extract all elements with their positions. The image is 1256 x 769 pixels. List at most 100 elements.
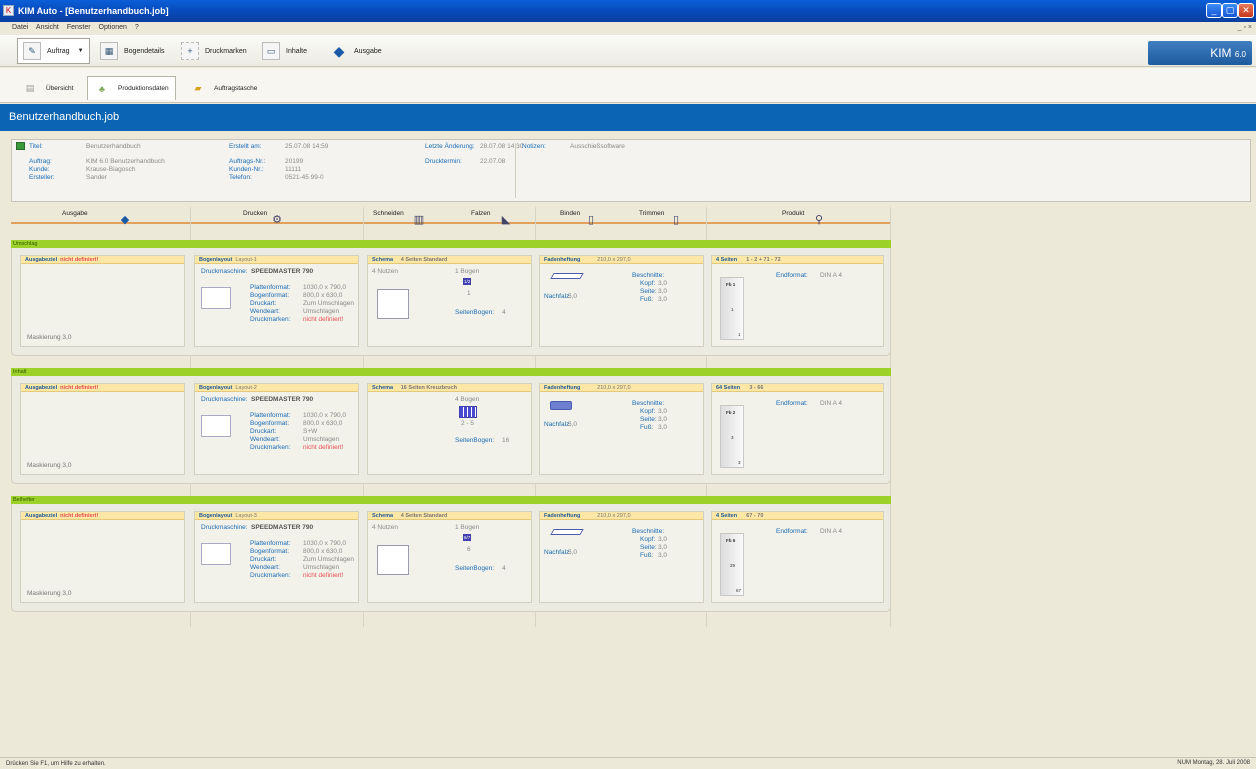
seitenbogen-value: 4 xyxy=(502,309,506,316)
bogenformat-value: 800,0 x 630,0 xyxy=(303,420,343,427)
kopf-value: 3,0 xyxy=(658,536,668,543)
druckmaschine-value: SPEEDMASTER 790 xyxy=(251,268,314,275)
tab-uebersicht[interactable]: ▤ Übersicht xyxy=(22,76,74,100)
menu-datei[interactable]: Datei xyxy=(12,24,28,31)
bogen-badge: 6/7 xyxy=(463,534,472,541)
auftragsnr-value: 20199 xyxy=(285,158,304,165)
mdi-controls[interactable]: _ ▫ × xyxy=(1238,22,1252,34)
auftragsnr-label: Auftrags-Nr.: xyxy=(229,158,266,165)
produkt-card[interactable]: 4 Seiten 67 - 70 Endformat: DIN A 4 Fb 6… xyxy=(711,511,884,603)
binden-card-header: Fadenheftung 210,0 x 297,0 xyxy=(540,512,703,520)
layout-name: Layout-2 xyxy=(235,385,257,391)
bogenformat-value: 800,0 x 630,0 xyxy=(303,292,343,299)
inhalte-button[interactable]: ▭ Inhalte xyxy=(262,38,307,64)
step-trimmen: Trimmen xyxy=(639,210,665,217)
minimize-button[interactable]: _ xyxy=(1206,3,1222,18)
aenderung-value: 28.07.08 14:30 xyxy=(480,143,524,150)
page-number: 67 xyxy=(736,588,742,593)
tab-produktionsdaten[interactable]: ♣ Produktionsdaten xyxy=(87,76,176,100)
tab-bar xyxy=(0,68,1256,103)
binden-card[interactable]: Fadenheftung 210,0 x 297,0 Nachfalz: 5,0… xyxy=(539,255,704,347)
dropdown-arrow-icon[interactable]: ▼ xyxy=(78,48,84,54)
bogenlayout-card[interactable]: Bogenlayout Layout-2 Druckmaschine: SPEE… xyxy=(194,383,359,475)
menu-fenster[interactable]: Fenster xyxy=(67,24,91,31)
section-umschlag-bar[interactable]: Umschlag xyxy=(11,240,891,248)
produkt-card[interactable]: 64 Seiten 3 - 66 Endformat: DIN A 4 Fb 2… xyxy=(711,383,884,475)
schema-card[interactable]: Schema 4 Seiten Standard 4 Nutzen 1 Boge… xyxy=(367,511,532,603)
produkt-seiten: 64 Seiten xyxy=(716,385,741,391)
output-icon: ◆ xyxy=(120,214,130,226)
job-info-panel xyxy=(11,139,1251,202)
menu-optionen[interactable]: Optionen xyxy=(99,24,127,31)
product-thumbnail[interactable]: Fb 2 3 3 xyxy=(720,405,744,468)
product-thumbnail[interactable]: Fb 1 1 1 xyxy=(720,277,744,340)
section-inhalt-bar[interactable]: Inhalt xyxy=(11,368,891,376)
maximize-button[interactable]: ▢ xyxy=(1222,3,1238,18)
bogen-grid-icon xyxy=(459,406,477,418)
seitenbogen-label: SeitenBogen: xyxy=(455,565,495,572)
bogenlayout-card-header: Bogenlayout Layout-2 xyxy=(195,384,358,392)
bogendetails-button[interactable]: ▦ Bogendetails xyxy=(100,38,164,64)
close-button[interactable]: ✕ xyxy=(1238,3,1254,18)
endformat-label: Endformat: xyxy=(776,272,808,279)
auftrag-button[interactable]: ✎ Auftrag ▼ xyxy=(17,38,90,64)
menu-ansicht[interactable]: Ansicht xyxy=(36,24,59,31)
binden-card[interactable]: Fadenheftung 210,0 x 297,0 Nachfalz: 5,0… xyxy=(539,511,704,603)
drucktermin-label: Drucktermin: xyxy=(425,158,462,165)
produkt-seiten: 4 Seiten xyxy=(716,513,738,519)
page-number: 3 xyxy=(738,460,741,465)
druckmarken-value: nicht definiert! xyxy=(303,444,344,451)
fb-label: Fb 2 xyxy=(726,410,736,415)
druckart-label: Druckart: xyxy=(250,556,277,563)
druckmarken-button[interactable]: + Druckmarken xyxy=(181,38,247,64)
plattenformat-label: Plattenformat: xyxy=(250,412,291,419)
druckmarken-value: nicht definiert! xyxy=(303,572,344,579)
endformat-label: Endformat: xyxy=(776,528,808,535)
druckart-value: S+W xyxy=(303,428,318,435)
info-icon xyxy=(16,142,25,150)
fb-small: 3 xyxy=(731,435,734,440)
format-value: 210,0 x 297,0 xyxy=(597,513,631,519)
druckmaschine-label: Druckmaschine: xyxy=(201,396,248,403)
ausgabeziel-label: Ausgabeziel xyxy=(25,385,58,391)
fuss-value: 3,0 xyxy=(658,552,668,559)
druckmarken-info-label: Druckmarken: xyxy=(250,444,291,451)
ausgabe-card[interactable]: Ausgabeziel nicht definiert! Maskierung … xyxy=(20,511,185,603)
overview-icon: ▤ xyxy=(25,82,35,93)
produkt-card-header: 4 Seiten 1 - 2 + 71 - 72 xyxy=(712,256,883,264)
bogenlayout-card[interactable]: Bogenlayout Layout-3 Druckmaschine: SPEE… xyxy=(194,511,359,603)
sheet-layout-thumbnail[interactable] xyxy=(201,543,231,565)
schema-card[interactable]: Schema 4 Seiten Standard 4 Nutzen 1 Boge… xyxy=(367,255,532,347)
layout-name: Layout-1 xyxy=(235,257,257,263)
produkt-seiten: 4 Seiten xyxy=(716,257,738,263)
druckmaschine-value: SPEEDMASTER 790 xyxy=(251,524,314,531)
ausgabe-card[interactable]: Ausgabeziel nicht definiert! Maskierung … xyxy=(20,255,185,347)
bogenlayout-card[interactable]: Bogenlayout Layout-1 Druckmaschine: SPEE… xyxy=(194,255,359,347)
bogen-value: 4 Bogen xyxy=(455,396,480,403)
seite-value: 3,0 xyxy=(658,544,668,551)
ausgabe-card[interactable]: Ausgabeziel nicht definiert! Maskierung … xyxy=(20,383,185,475)
fb-small: 29 xyxy=(730,563,736,568)
sheet-layout-thumbnail[interactable] xyxy=(201,287,231,309)
ausgabeziel-value: nicht definiert! xyxy=(60,385,99,391)
product-thumbnail[interactable]: Fb 6 29 67 xyxy=(720,533,744,596)
schema-thumbnail[interactable] xyxy=(377,289,409,319)
tab-auftragstasche[interactable]: ▰ Auftragstasche xyxy=(190,76,258,100)
kopf-label: Kopf: xyxy=(640,536,656,543)
produkt-card[interactable]: 4 Seiten 1 - 2 + 71 - 72 Endformat: DIN … xyxy=(711,255,884,347)
fb-label: Fb 1 xyxy=(726,282,736,287)
schema-card[interactable]: Schema 16 Seiten Kreuzbruch 4 Bogen 2 - … xyxy=(367,383,532,475)
endformat-value: DIN A 4 xyxy=(820,528,843,535)
section-beihefter-bar[interactable]: Beihefter xyxy=(11,496,891,504)
step-falzen: Falzen xyxy=(471,210,491,217)
menu-help[interactable]: ? xyxy=(135,24,139,31)
fadenheftung-label: Fadenheftung xyxy=(544,385,581,391)
menu-bar: Datei Ansicht Fenster Optionen ? xyxy=(0,22,1256,34)
sheet-layout-thumbnail[interactable] xyxy=(201,415,231,437)
maskierung-text: Maskierung 3,0 xyxy=(27,590,72,597)
ausgabe-button[interactable]: ◆ Ausgabe xyxy=(330,38,382,64)
produkt-card-header: 4 Seiten 67 - 70 xyxy=(712,512,883,520)
auftrag-label: Auftrag xyxy=(47,47,70,55)
schema-thumbnail[interactable] xyxy=(377,545,409,575)
binden-card[interactable]: Fadenheftung 210,0 x 297,0 Nachfalz: 5,0… xyxy=(539,383,704,475)
